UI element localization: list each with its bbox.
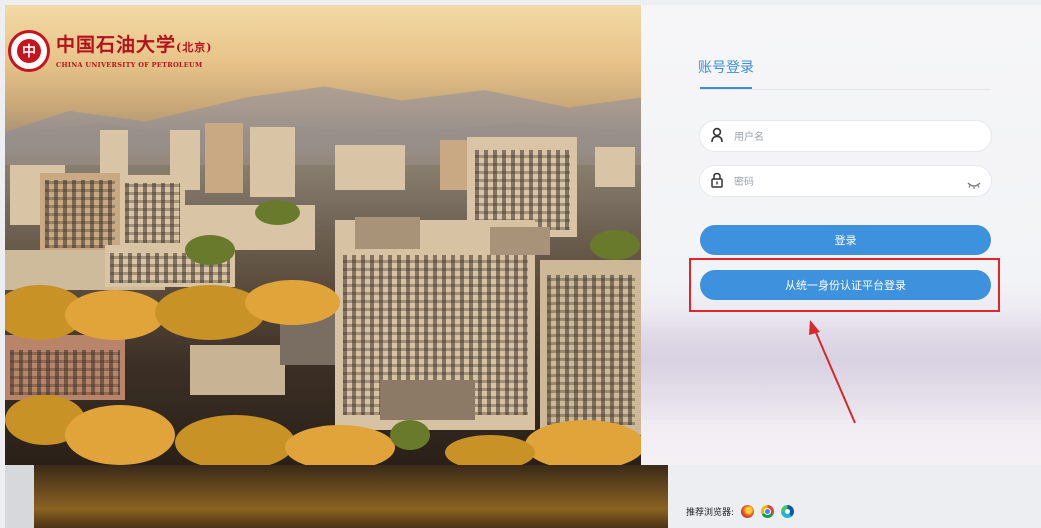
user-icon [710,127,724,145]
university-seal-icon: 中 [8,30,50,72]
username-input[interactable] [732,126,956,148]
logo-name-en: CHINA UNIVERSITY OF PETROLEUM [56,60,203,69]
login-button[interactable]: 登录 [700,225,991,255]
logo-name-sub: (北京) [176,40,213,54]
bottom-gap [5,465,34,528]
tab-account-login[interactable]: 账号登录 [698,57,754,77]
chrome-icon[interactable] [761,505,775,518]
tab-divider [700,89,991,90]
university-logo: 中 中国石油大学(北京) CHINA UNIVERSITY OF PETROLE… [8,30,212,72]
annotation-highlight-box [689,258,1000,312]
lock-icon [710,172,724,190]
username-field[interactable] [700,121,991,151]
annotation-arrow-icon [809,320,856,424]
eye-closed-icon[interactable] [967,175,981,189]
browsers-label: 推荐浏览器: [686,508,735,518]
firefox-icon[interactable] [741,505,755,518]
password-field[interactable] [700,166,991,196]
password-input[interactable] [732,171,956,193]
logo-name-cn: 中国石油大学 [56,33,177,56]
bottom-photo-strip [34,465,668,528]
campus-photo [5,5,641,465]
recommended-browsers: 推荐浏览器: [686,505,795,518]
edge-icon[interactable] [781,505,795,518]
